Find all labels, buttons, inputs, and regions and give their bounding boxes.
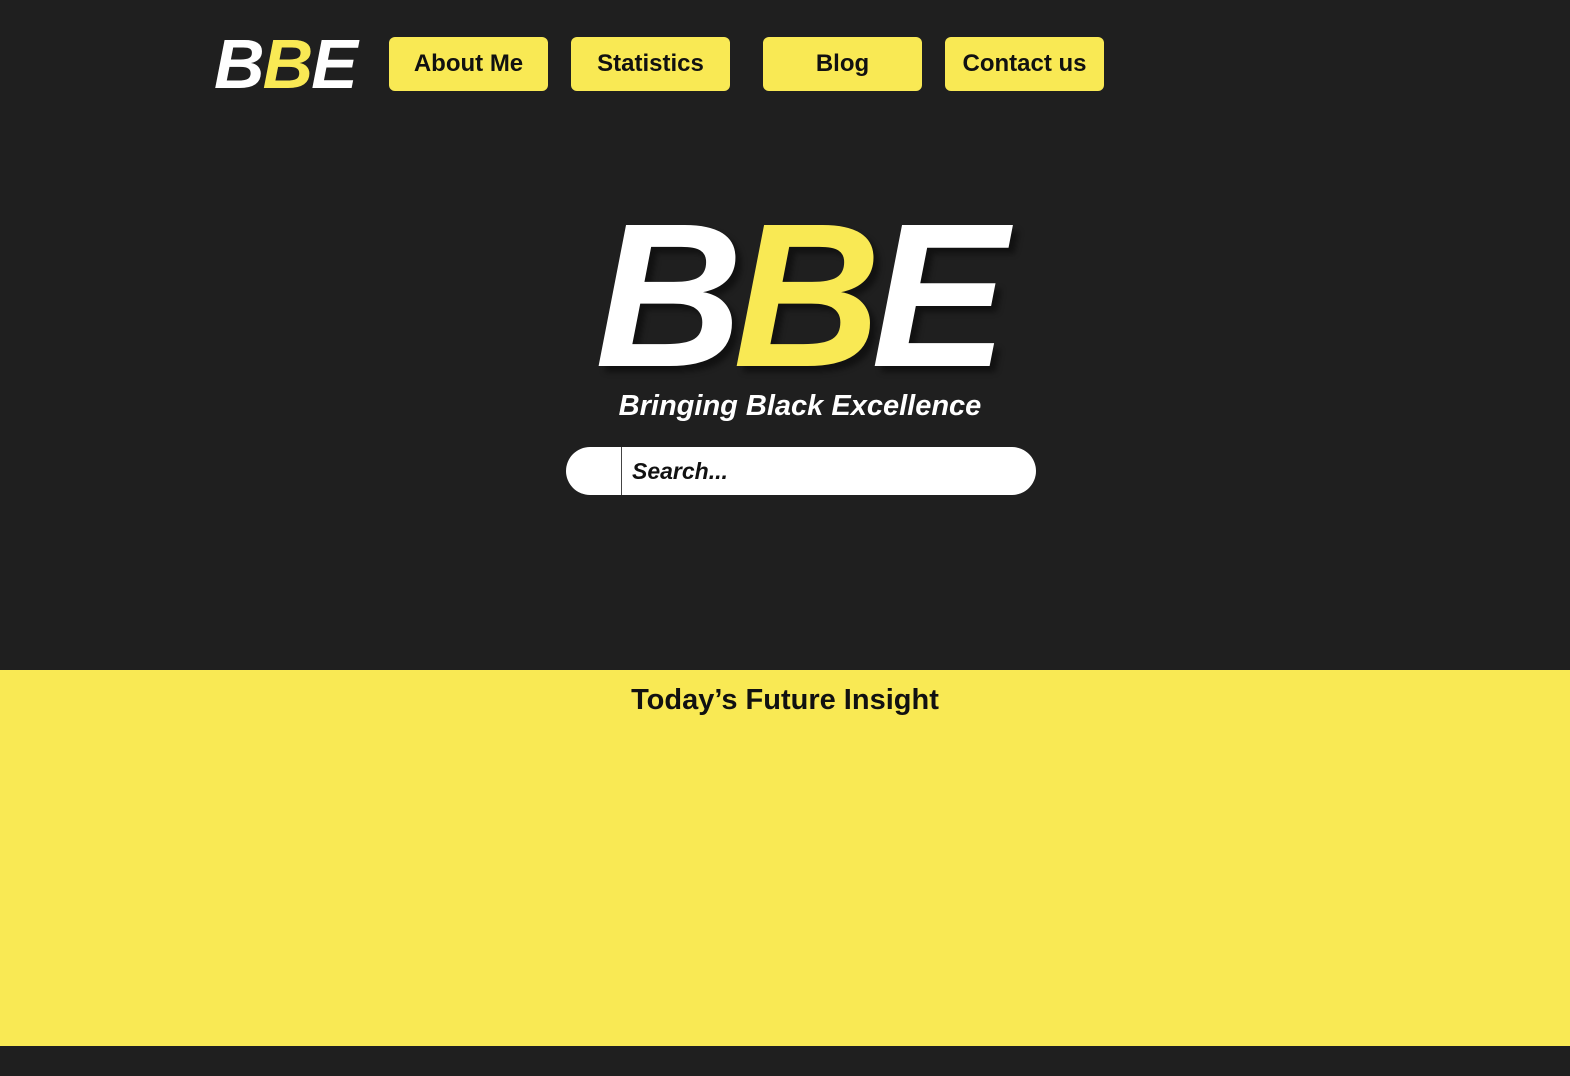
search-icon[interactable] — [566, 447, 622, 495]
search-input[interactable] — [622, 451, 1036, 491]
search-bar[interactable] — [566, 447, 1036, 495]
nav-contact-us-button[interactable]: Contact us — [945, 37, 1104, 91]
hero-logo-letter-b1: B — [595, 180, 743, 410]
logo-letter-e: E — [311, 25, 358, 103]
logo-letter-b2: B — [262, 25, 314, 103]
logo-letter-b1: B — [214, 25, 265, 103]
page: B B E About Me Statistics Blog Contact u… — [0, 0, 1570, 1076]
insight-section: Today’s Future Insight — [0, 670, 1570, 1046]
insight-title: Today’s Future Insight — [631, 684, 939, 716]
nav-about-me-button[interactable]: About Me — [389, 37, 548, 91]
header-logo[interactable]: B B E — [214, 25, 358, 103]
hero-logo-letter-b2: B — [733, 180, 881, 410]
footer-strip — [0, 1046, 1570, 1076]
hero-tagline: Bringing Black Excellence — [618, 390, 982, 422]
hero-logo: B B E — [595, 193, 1025, 398]
hero-logo-letter-e: E — [871, 180, 1008, 410]
nav-statistics-button[interactable]: Statistics — [571, 37, 730, 91]
nav-blog-button[interactable]: Blog — [763, 37, 922, 91]
